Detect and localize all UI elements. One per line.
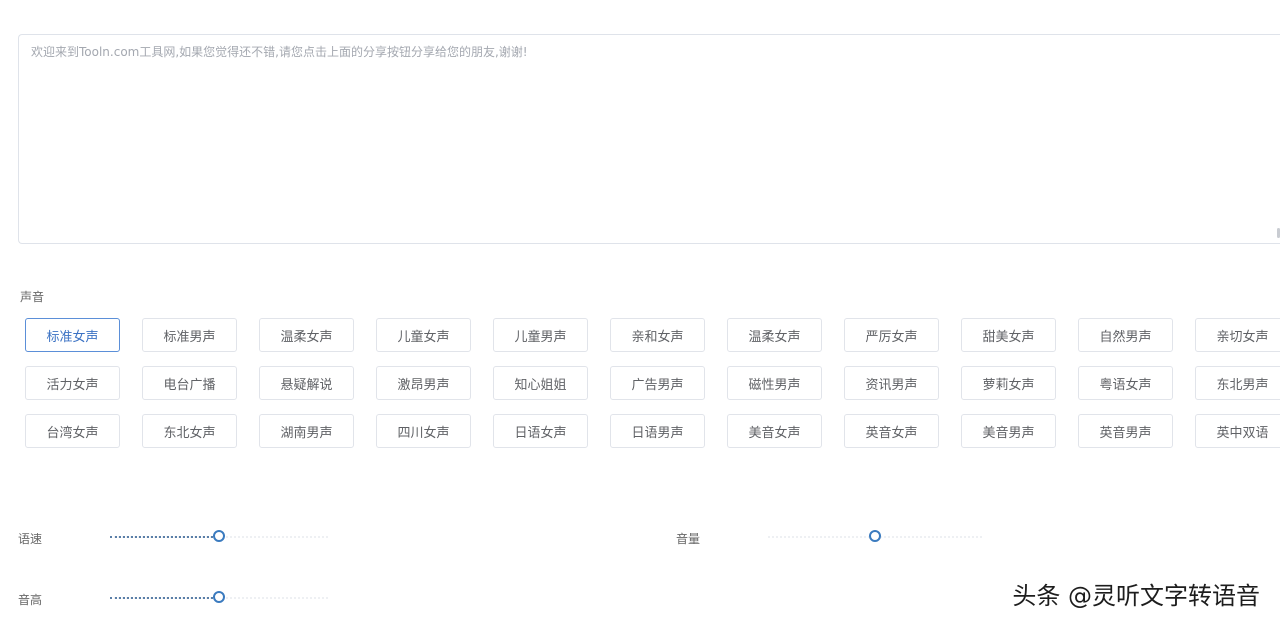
slider-fill	[110, 597, 213, 599]
voice-row: 台湾女声 东北女声 湖南男声 四川女声 日语女声 日语男声 美音女声 英音女声 …	[25, 414, 1280, 448]
voice-option[interactable]: 粤语女声	[1078, 366, 1173, 400]
slider-fill	[110, 536, 213, 538]
voice-grid: 标准女声 标准男声 温柔女声 儿童女声 儿童男声 亲和女声 温柔女声 严厉女声 …	[25, 318, 1280, 462]
voice-option[interactable]: 东北女声	[142, 414, 237, 448]
voice-option[interactable]: 湖南男声	[259, 414, 354, 448]
voice-option[interactable]: 甜美女声	[961, 318, 1056, 352]
voice-option[interactable]: 萝莉女声	[961, 366, 1056, 400]
voice-section-label: 声音	[20, 290, 45, 304]
voice-option[interactable]: 儿童男声	[493, 318, 588, 352]
voice-row: 标准女声 标准男声 温柔女声 儿童女声 儿童男声 亲和女声 温柔女声 严厉女声 …	[25, 318, 1280, 352]
voice-option[interactable]: 儿童女声	[376, 318, 471, 352]
voice-option[interactable]: 广告男声	[610, 366, 705, 400]
voice-option[interactable]: 活力女声	[25, 366, 120, 400]
voice-option[interactable]: 温柔女声	[727, 318, 822, 352]
voice-option[interactable]: 亲和女声	[610, 318, 705, 352]
voice-row: 活力女声 电台广播 悬疑解说 激昂男声 知心姐姐 广告男声 磁性男声 资讯男声 …	[25, 366, 1280, 400]
voice-option[interactable]: 自然男声	[1078, 318, 1173, 352]
pitch-label: 音高	[18, 593, 43, 607]
slider-handle[interactable]	[213, 530, 225, 542]
voice-option[interactable]: 日语女声	[493, 414, 588, 448]
voice-option[interactable]: 电台广播	[142, 366, 237, 400]
voice-option[interactable]: 资讯男声	[844, 366, 939, 400]
voice-option[interactable]: 英中双语	[1195, 414, 1280, 448]
voice-option[interactable]: 四川女声	[376, 414, 471, 448]
voice-option[interactable]: 美音男声	[961, 414, 1056, 448]
speed-label: 语速	[18, 532, 43, 546]
voice-option[interactable]: 台湾女声	[25, 414, 120, 448]
watermark: 头条 @灵听文字转语音	[1012, 582, 1260, 610]
voice-option[interactable]: 英音女声	[844, 414, 939, 448]
slider-handle[interactable]	[869, 530, 881, 542]
voice-option[interactable]: 美音女声	[727, 414, 822, 448]
voice-option[interactable]: 日语男声	[610, 414, 705, 448]
pitch-slider[interactable]	[110, 591, 328, 605]
voice-option[interactable]: 英音男声	[1078, 414, 1173, 448]
volume-slider[interactable]	[768, 530, 982, 544]
voice-option[interactable]: 东北男声	[1195, 366, 1280, 400]
voice-option[interactable]: 悬疑解说	[259, 366, 354, 400]
voice-option[interactable]: 知心姐姐	[493, 366, 588, 400]
voice-option[interactable]: 亲切女声	[1195, 318, 1280, 352]
slider-handle[interactable]	[213, 591, 225, 603]
volume-label: 音量	[676, 532, 701, 546]
voice-option[interactable]: 严厉女声	[844, 318, 939, 352]
voice-option[interactable]: 激昂男声	[376, 366, 471, 400]
text-input[interactable]: 欢迎来到Tooln.com工具网,如果您觉得还不错,请您点击上面的分享按钮分享给…	[18, 34, 1280, 244]
voice-option[interactable]: 标准女声	[25, 318, 120, 352]
voice-option[interactable]: 磁性男声	[727, 366, 822, 400]
voice-option[interactable]: 标准男声	[142, 318, 237, 352]
voice-option[interactable]: 温柔女声	[259, 318, 354, 352]
speed-slider[interactable]	[110, 530, 328, 544]
